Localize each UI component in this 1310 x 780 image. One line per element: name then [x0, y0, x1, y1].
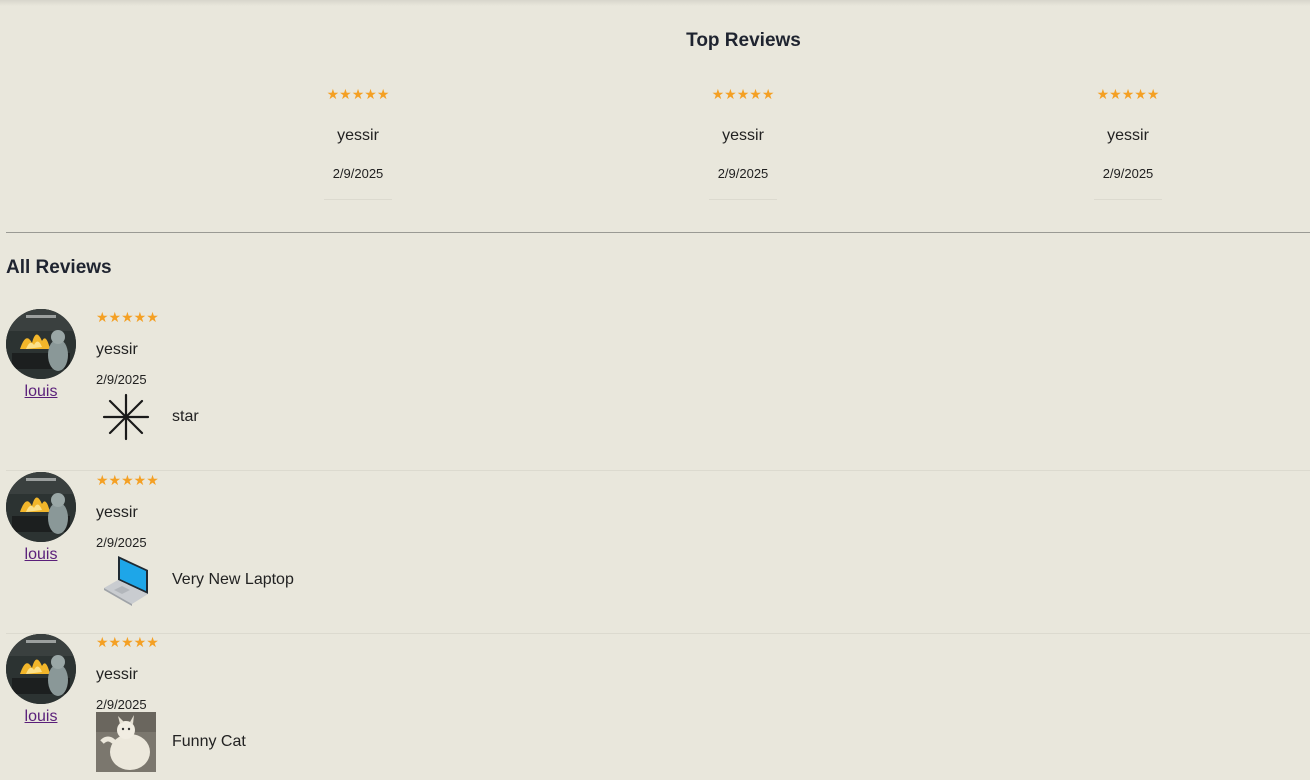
- review-item: louis ★★★★★ yessir 2/9/2025 Very New Lap…: [6, 472, 1310, 634]
- top-reviews-heading: Top Reviews: [686, 30, 801, 51]
- user-avatar[interactable]: [6, 634, 76, 704]
- rating-stars: ★★★★★: [96, 472, 159, 488]
- username-link[interactable]: louis: [6, 708, 76, 726]
- review-title: yessir: [722, 127, 764, 144]
- review-title: yessir: [96, 504, 138, 521]
- rating-stars: ★★★★★: [96, 309, 159, 325]
- review-title: yessir: [337, 127, 379, 144]
- laptop-icon: [104, 556, 148, 606]
- product-thumbnail[interactable]: [96, 712, 156, 772]
- rating-stars: ★★★★★: [711, 86, 775, 102]
- product-name: star: [172, 408, 199, 425]
- all-reviews-heading: All Reviews: [6, 257, 112, 278]
- avatar-image: [6, 472, 76, 542]
- review-title: yessir: [96, 666, 138, 683]
- review-date: 2/9/2025: [96, 372, 147, 387]
- rating-stars: ★★★★★: [326, 86, 390, 102]
- review-date: 2/9/2025: [332, 166, 384, 181]
- cat-photo: [96, 712, 156, 772]
- header-shadow: [0, 0, 1310, 6]
- product-name: Funny Cat: [172, 733, 246, 750]
- review-date: 2/9/2025: [96, 535, 147, 550]
- rating-stars: ★★★★★: [96, 634, 159, 650]
- top-review-card: ★★★★★ yessir 2/9/2025: [709, 84, 777, 200]
- reviews-page: Top Reviews ★★★★★ yessir 2/9/2025 ★★★★★ …: [0, 0, 1310, 780]
- user-avatar[interactable]: [6, 472, 76, 542]
- avatar-image: [6, 309, 76, 379]
- top-review-card: ★★★★★ yessir 2/9/2025: [324, 84, 392, 200]
- review-item: louis ★★★★★ yessir 2/9/2025 star: [6, 309, 1310, 471]
- product-name: Very New Laptop: [172, 571, 294, 588]
- product-thumbnail[interactable]: [96, 550, 156, 610]
- review-date: 2/9/2025: [96, 697, 147, 712]
- username-link[interactable]: louis: [6, 383, 76, 401]
- review-title: yessir: [96, 341, 138, 358]
- rating-stars: ★★★★★: [1096, 86, 1160, 102]
- star-burst-icon: [102, 393, 150, 441]
- top-review-card: ★★★★★ yessir 2/9/2025: [1094, 84, 1162, 200]
- user-avatar[interactable]: [6, 309, 76, 379]
- avatar-image: [6, 634, 76, 704]
- review-item: louis ★★★★★ yessir 2/9/2025 Funny Cat: [6, 634, 1310, 780]
- review-title: yessir: [1107, 127, 1149, 144]
- top-reviews-list: ★★★★★ yessir 2/9/2025 ★★★★★ yessir 2/9/2…: [0, 84, 1310, 204]
- review-date: 2/9/2025: [717, 166, 769, 181]
- review-separator: [6, 470, 1310, 471]
- section-divider: [6, 232, 1310, 233]
- username-link[interactable]: louis: [6, 546, 76, 564]
- product-thumbnail[interactable]: [96, 387, 156, 447]
- review-date: 2/9/2025: [1102, 166, 1154, 181]
